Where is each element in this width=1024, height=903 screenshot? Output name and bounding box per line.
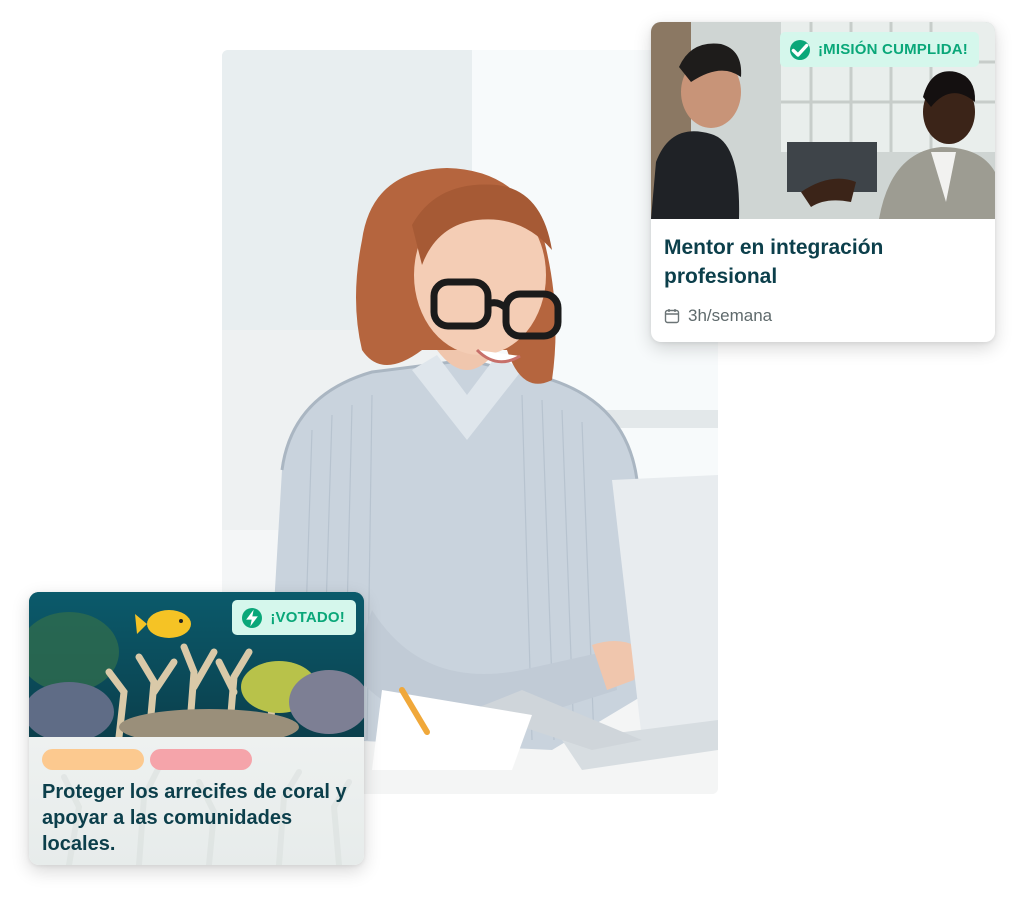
voted-badge: ¡VOTADO! xyxy=(232,600,356,635)
mission-card-mentor[interactable]: ¡MISIÓN CUMPLIDA! Mentor en integración … xyxy=(651,22,995,342)
mission-title: Mentor en integración profesional xyxy=(664,236,884,288)
mentor-photo: ¡MISIÓN CUMPLIDA! xyxy=(651,22,995,219)
category-tag xyxy=(150,749,252,770)
schedule-label: 3h/semana xyxy=(688,306,773,325)
lightning-icon xyxy=(242,607,263,628)
badge-label: ¡MISIÓN CUMPLIDA! xyxy=(817,41,968,58)
mission-completed-badge: ¡MISIÓN CUMPLIDA! xyxy=(779,32,979,67)
coral-photo: ¡VOTADO! xyxy=(29,592,364,737)
category-tag xyxy=(42,749,144,770)
mission-title: Proteger los arrecifes de coral y apoyar… xyxy=(42,781,347,855)
calendar-icon xyxy=(664,308,680,324)
badge-label: ¡VOTADO! xyxy=(270,609,345,626)
category-tags xyxy=(42,749,351,770)
check-circle-icon xyxy=(789,39,810,60)
mission-card-coral[interactable]: ¡VOTADO! Proteger los arrecifes de coral… xyxy=(29,592,364,865)
mission-schedule: 3h/semana xyxy=(664,306,982,326)
